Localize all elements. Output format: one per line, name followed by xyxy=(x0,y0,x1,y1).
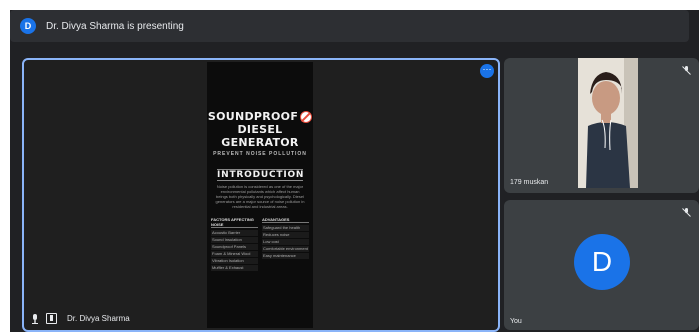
advantage-item: Low cost xyxy=(262,239,309,245)
participant-tile[interactable]: 179 muskan xyxy=(504,58,699,193)
advantage-item: Comfortable environment xyxy=(262,246,309,252)
muted-microphone-icon xyxy=(682,66,691,75)
advantage-item: Reduces noise xyxy=(262,232,309,238)
advantage-item: Easy maintenance xyxy=(262,253,309,259)
participant-name: 179 muskan xyxy=(510,179,549,186)
self-avatar: D xyxy=(574,234,630,290)
presenting-banner: D Dr. Divya Sharma is presenting xyxy=(10,10,689,42)
factor-item: Muffler & Exhaust xyxy=(211,265,258,271)
presentation-tile[interactable]: SOUNDPROOF DIESEL GENERATOR PREVENT NOIS… xyxy=(22,58,500,332)
participant-video-image xyxy=(578,58,638,188)
slide-title: SOUNDPROOF DIESEL GENERATOR xyxy=(207,110,313,149)
factor-item: Sound Insulation xyxy=(211,237,258,243)
no-noise-icon xyxy=(300,111,313,123)
factor-item: Foam & Mineral Wool xyxy=(211,251,258,257)
slide-column-advantages: ADVANTAGES Safeguard the health Reduces … xyxy=(262,217,309,272)
pin-icon[interactable] xyxy=(46,313,57,324)
advantage-item: Safeguard the health xyxy=(262,225,309,231)
muted-microphone-icon xyxy=(682,208,691,217)
presenter-name: Dr. Divya Sharma xyxy=(67,314,130,323)
participant-video xyxy=(578,58,638,188)
slide-title-line-2: DIESEL GENERATOR xyxy=(221,123,299,149)
presenter-name-row: Dr. Divya Sharma xyxy=(30,313,130,324)
self-name: You xyxy=(510,318,522,325)
presentation-slide: SOUNDPROOF DIESEL GENERATOR PREVENT NOIS… xyxy=(207,62,313,328)
more-options-icon[interactable]: ⋯ xyxy=(480,64,494,78)
slide-title-line-1: SOUNDPROOF xyxy=(207,110,299,123)
self-tile[interactable]: D You xyxy=(504,200,699,330)
factor-item: Acoustic Barrier xyxy=(211,230,258,236)
meeting-window: D Dr. Divya Sharma is presenting SOUNDPR… xyxy=(10,10,699,332)
presenter-avatar: D xyxy=(20,18,36,34)
slide-columns: FACTORS AFFECTING NOISE Acoustic Barrier… xyxy=(211,217,309,272)
slide-heading: INTRODUCTION xyxy=(217,169,305,181)
factors-header: FACTORS AFFECTING NOISE xyxy=(211,217,258,228)
factor-item: Soundproof Panels xyxy=(211,244,258,250)
advantages-header: ADVANTAGES xyxy=(262,217,309,223)
slide-subtitle: PREVENT NOISE POLLUTION xyxy=(213,151,307,157)
microphone-icon xyxy=(30,313,40,324)
presenting-text: Dr. Divya Sharma is presenting xyxy=(46,20,184,32)
factor-item: Vibration Isolation xyxy=(211,258,258,264)
slide-body-text: Noise pollution is considered as one of … xyxy=(215,184,305,209)
slide-column-factors: FACTORS AFFECTING NOISE Acoustic Barrier… xyxy=(211,217,258,272)
